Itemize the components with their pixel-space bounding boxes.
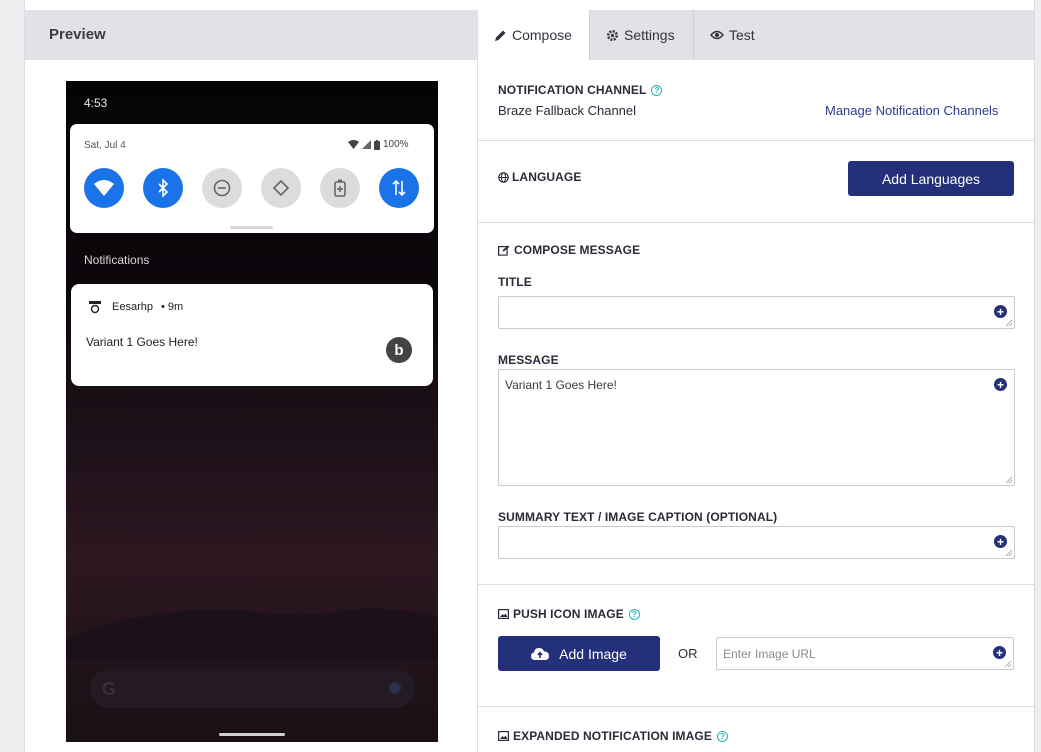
language-label: LANGUAGE [512,170,582,184]
message-textarea-value: Variant 1 Goes Here! [505,378,617,392]
autorotate-icon [272,179,290,197]
google-logo-icon: G [102,679,117,699]
app-small-icon [89,301,101,314]
resize-handle-icon[interactable] [1005,319,1013,327]
dnd-toggle[interactable] [202,168,242,208]
autorotate-toggle[interactable] [261,168,301,208]
data-toggle[interactable] [379,168,419,208]
tab-test-label: Test [729,27,755,43]
image-icon [498,609,509,619]
home-indicator[interactable] [219,733,285,736]
signal-icon [362,140,371,149]
column-divider [477,10,478,752]
push-icon-section: PUSH ICON IMAGE ? [498,607,640,621]
notification-message: Variant 1 Goes Here! [86,335,198,349]
dnd-icon [213,179,231,197]
edit-icon [498,245,510,256]
phone-time: 4:53 [84,96,108,110]
title-label: TITLE [498,275,532,289]
wifi-status-icon [348,140,359,149]
bluetooth-icon [158,179,169,197]
language-section: LANGUAGE [498,170,581,184]
resize-handle-icon[interactable] [1005,476,1013,484]
gear-icon [607,29,618,41]
resize-handle-icon[interactable] [1005,549,1013,557]
add-image-button[interactable]: Add Image [498,636,660,671]
tab-settings-label: Settings [624,27,675,43]
notification-app-name: Eesarhp [112,301,153,313]
summary-add-personalization-icon[interactable]: + [994,535,1007,548]
expanded-image-section: EXPANDED NOTIFICATION IMAGE ? [498,729,728,743]
eye-icon [710,30,724,40]
notifications-header: Notifications [84,253,150,267]
message-textarea[interactable]: Variant 1 Goes Here! + [498,369,1015,486]
message-label: MESSAGE [498,353,559,367]
tab-test[interactable]: Test [694,10,774,60]
section-divider [478,222,1034,223]
add-image-label: Add Image [559,645,627,662]
manage-channels-link[interactable]: Manage Notification Channels [825,103,998,118]
image-url-input[interactable]: Enter Image URL + [716,637,1014,670]
compose-section: COMPOSE MESSAGE [498,243,640,257]
summary-label: SUMMARY TEXT / IMAGE CAPTION (OPTIONAL) [498,510,778,524]
wifi-toggle[interactable] [84,168,124,208]
summary-input[interactable]: + [498,526,1015,559]
channel-value: Braze Fallback Channel [498,103,637,118]
data-icon [392,179,406,197]
add-languages-button[interactable]: Add Languages [848,161,1014,196]
message-add-personalization-icon[interactable]: + [994,378,1007,391]
assistant-icon[interactable] [389,682,401,694]
tab-settings[interactable]: Settings [590,10,694,60]
section-divider [478,706,1034,707]
title-input[interactable]: + [498,296,1015,329]
tab-compose-label: Compose [512,27,572,43]
wallpaper-hills [66,608,438,660]
image-url-add-personalization-icon[interactable]: + [993,646,1006,659]
notification-app-row: Eesarhp • 9m [88,300,183,314]
cloud-upload-icon [531,648,550,660]
globe-icon [498,171,509,183]
battery-percent: 100% [383,139,409,150]
or-separator: OR [678,646,698,661]
channel-help-icon[interactable]: ? [651,84,663,96]
quick-settings-handle[interactable] [230,226,273,229]
preview-title: Preview [49,26,106,43]
section-divider [478,584,1034,585]
push-icon-help-icon[interactable]: ? [628,608,640,620]
pencil-icon [495,30,506,41]
expanded-image-help-icon[interactable]: ? [716,730,728,742]
expanded-image-label: EXPANDED NOTIFICATION IMAGE [513,729,712,743]
battery-saver-icon [334,179,346,197]
wifi-icon [94,180,114,196]
battery-icon [374,139,380,150]
resize-handle-icon[interactable] [1004,660,1012,668]
bluetooth-toggle[interactable] [143,168,183,208]
braze-logo-icon: b [386,337,412,363]
compose-label: COMPOSE MESSAGE [514,243,641,257]
outer-frame-top [24,0,1035,10]
channel-section: NOTIFICATION CHANNEL ? [498,83,663,97]
notification-age: • 9m [160,301,184,313]
battery-saver-toggle[interactable] [320,168,360,208]
google-search-bar[interactable]: G [90,669,415,708]
section-divider [478,140,1034,141]
image-icon [498,731,509,741]
title-add-personalization-icon[interactable]: + [994,305,1007,318]
tab-compose[interactable]: Compose [478,10,590,60]
push-icon-label: PUSH ICON IMAGE [513,607,624,621]
channel-label: NOTIFICATION CHANNEL [498,83,647,97]
status-icons: 100% [348,139,409,150]
image-url-placeholder: Enter Image URL [723,647,816,661]
quick-settings-date: Sat, Jul 4 [84,140,126,151]
